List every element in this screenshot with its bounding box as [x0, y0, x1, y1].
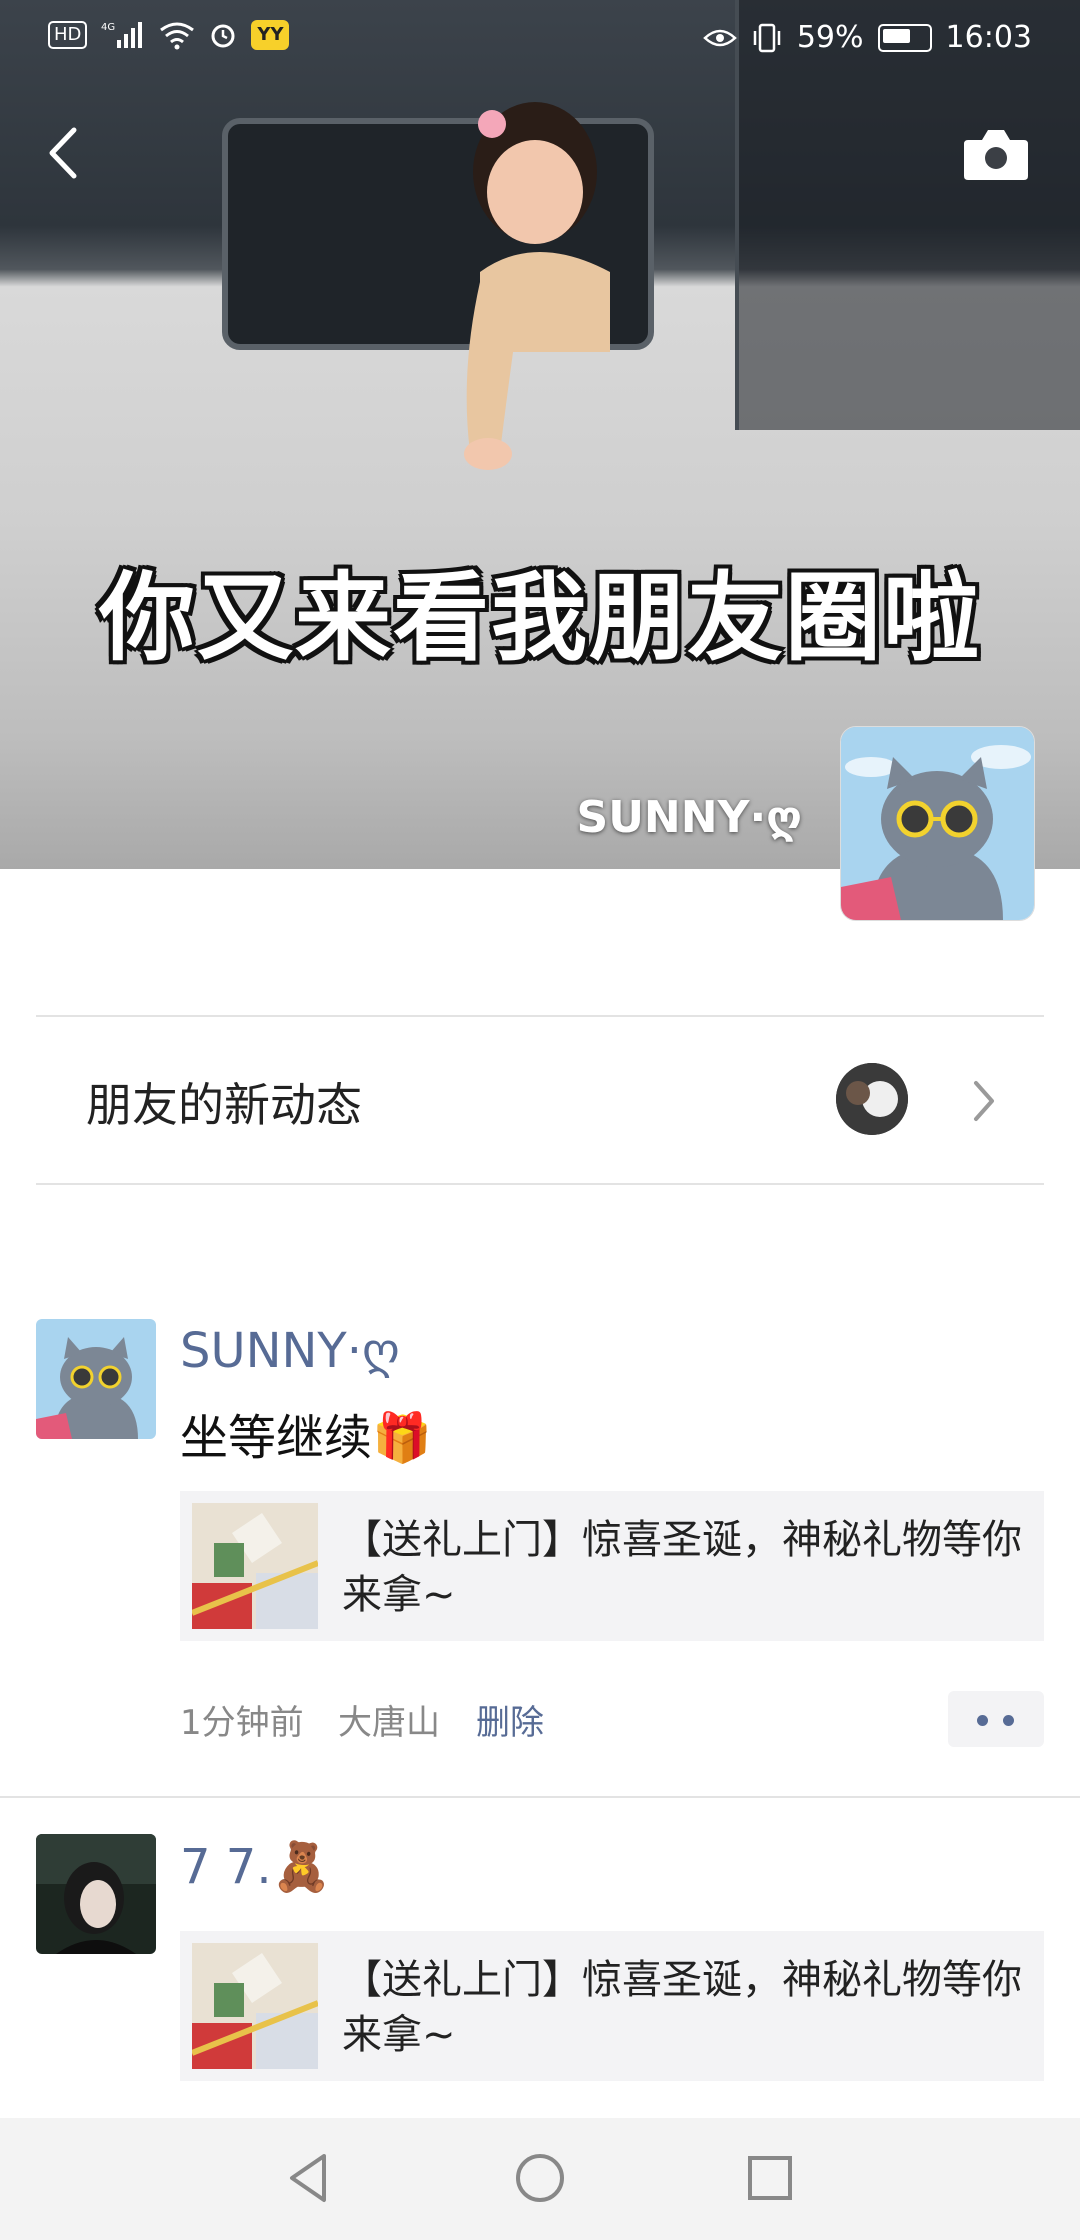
- friends-new-activity-row[interactable]: 朋友的新动态: [36, 1017, 1044, 1185]
- wifi-icon: [160, 22, 195, 50]
- divider: [0, 1796, 1080, 1798]
- shared-link-card[interactable]: 【送礼上门】惊喜圣诞，神秘礼物等你来拿~: [180, 1491, 1044, 1641]
- more-actions-button[interactable]: [948, 1691, 1044, 1747]
- camera-icon[interactable]: [960, 124, 1032, 184]
- status-bar: HD 4G YY 59% 16:03: [0, 0, 1080, 80]
- post-author-name[interactable]: 7 7.🧸: [180, 1838, 331, 1895]
- vibrate-icon: [753, 23, 781, 52]
- eye-icon: [703, 29, 737, 46]
- more-dots-icon: [977, 1715, 988, 1726]
- cover-child-illustration: [464, 102, 610, 470]
- chevron-right-icon: [974, 1081, 994, 1121]
- post-avatar[interactable]: [36, 1319, 156, 1439]
- link-thumbnail: [192, 1943, 318, 2069]
- friend-avatar-small: [836, 1063, 908, 1135]
- cover-caption: 你又来看我朋友圈啦: [99, 562, 981, 674]
- divider: [36, 1183, 1044, 1185]
- system-nav-bar: [0, 2118, 1080, 2240]
- alarm-icon: [211, 24, 235, 48]
- nav-home-icon[interactable]: [510, 2148, 570, 2208]
- post-time: 1分钟前: [180, 1703, 304, 1743]
- link-title: 【送礼上门】惊喜圣诞，神秘礼物等你来拿~: [342, 1957, 1022, 2058]
- post-author-name[interactable]: SUNNY·ღ: [180, 1323, 400, 1379]
- friends-new-activity-label: 朋友的新动态: [86, 1078, 362, 1132]
- signal-icon: 4G: [101, 22, 143, 48]
- yy-app-icon: YY: [251, 20, 290, 50]
- more-dots-icon: [1003, 1715, 1014, 1726]
- nav-recents-icon[interactable]: [740, 2148, 800, 2208]
- link-title: 【送礼上门】惊喜圣诞，神秘礼物等你来拿~: [342, 1517, 1022, 1618]
- nav-back-icon[interactable]: [280, 2148, 340, 2208]
- back-icon[interactable]: [38, 118, 98, 188]
- battery-icon: [877, 23, 932, 52]
- hd-icon: HD: [48, 21, 88, 49]
- battery-percent: 59%: [796, 20, 864, 55]
- status-time: 16:03: [945, 20, 1032, 55]
- cover-username: SUNNY·ღ: [576, 792, 802, 843]
- post-avatar[interactable]: [36, 1834, 156, 1954]
- shared-link-card[interactable]: 【送礼上门】惊喜圣诞，神秘礼物等你来拿~: [180, 1931, 1044, 2081]
- delete-link[interactable]: 删除: [476, 1695, 544, 1744]
- post-location[interactable]: 大唐山: [338, 1695, 440, 1744]
- post-text: 坐等继续🎁: [180, 1410, 432, 1466]
- profile-avatar[interactable]: [840, 726, 1035, 921]
- svg-text:4G: 4G: [101, 22, 115, 33]
- link-thumbnail: [192, 1503, 318, 1629]
